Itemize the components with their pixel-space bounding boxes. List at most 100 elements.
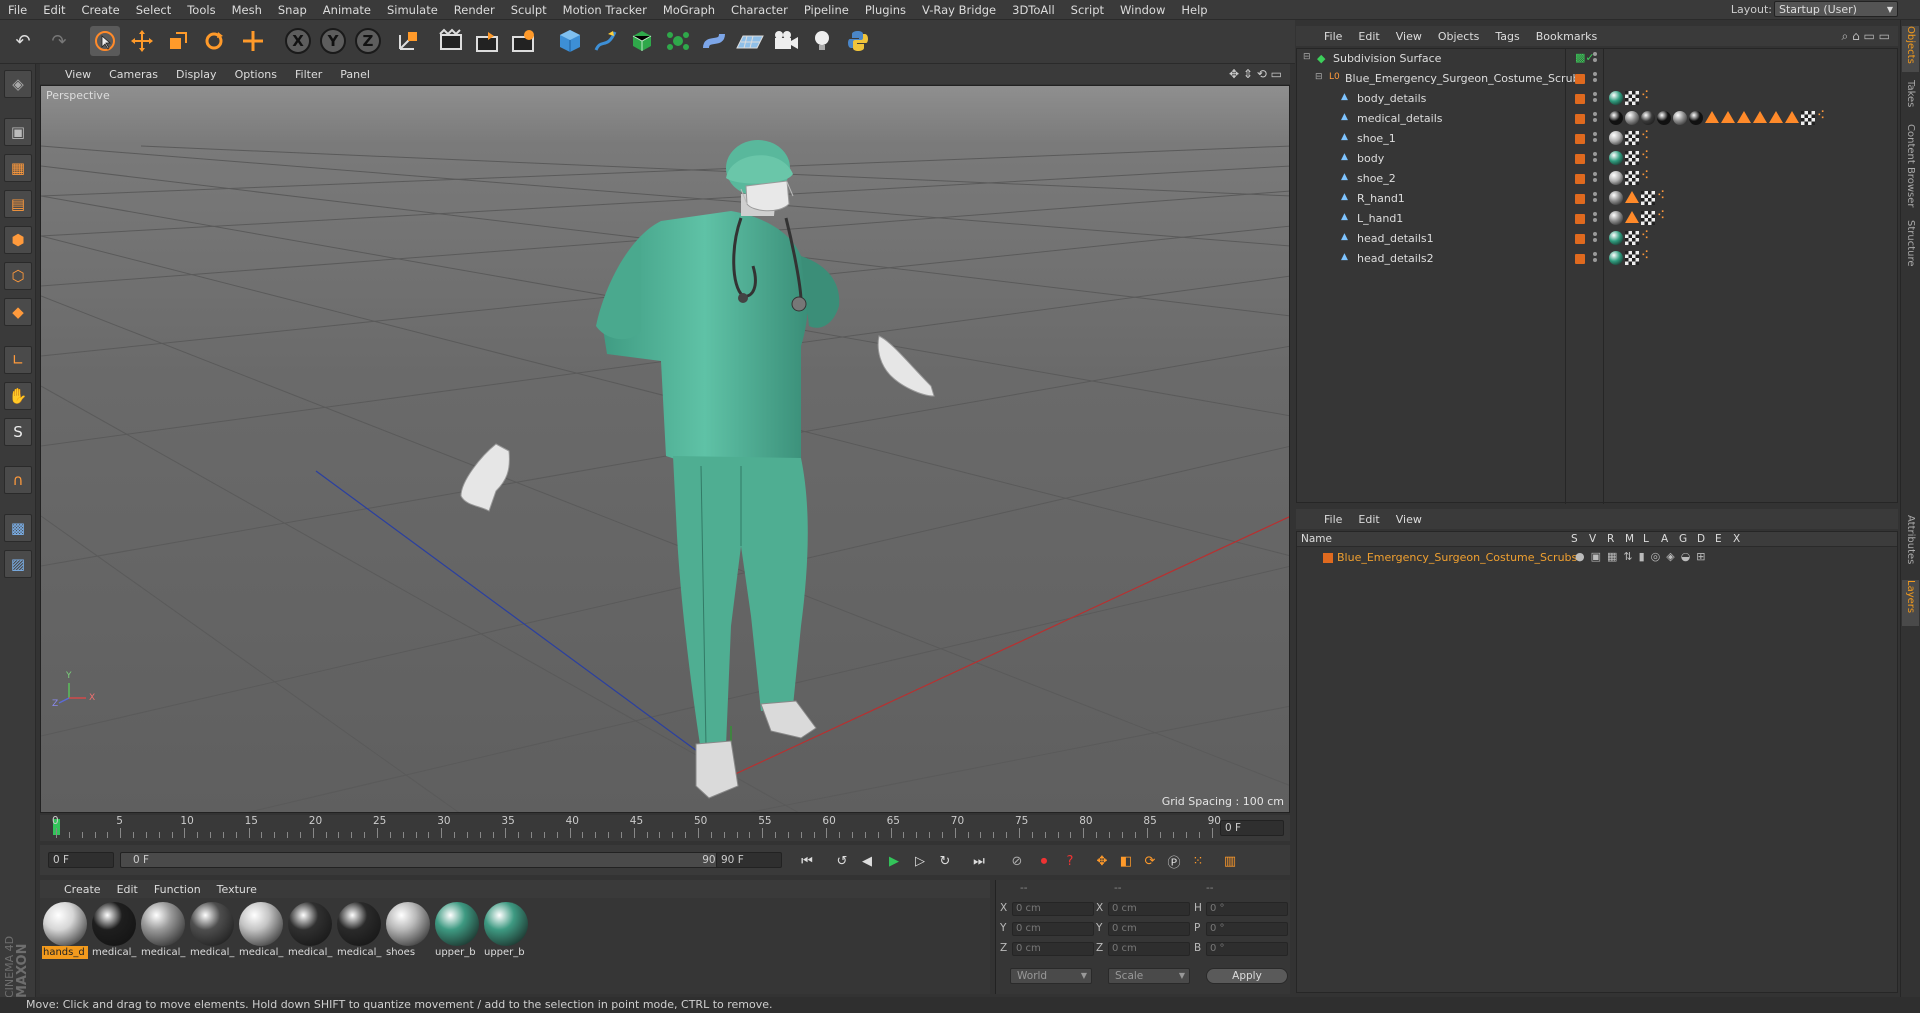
material-tag-icon[interactable] xyxy=(1609,251,1623,265)
key-parameter-icon[interactable]: Ⓟ xyxy=(1162,850,1186,872)
object-name[interactable]: body xyxy=(1357,152,1384,165)
selection-tag-icon[interactable] xyxy=(1721,111,1735,123)
menu-character[interactable]: Character xyxy=(723,3,796,17)
texture-tag-icon[interactable] xyxy=(1625,171,1639,185)
make-editable-icon[interactable]: ◈ xyxy=(4,70,32,98)
menu-motion-tracker[interactable]: Motion Tracker xyxy=(555,3,655,17)
objects-menu-tags[interactable]: Tags xyxy=(1487,30,1527,43)
uvw-tag-icon[interactable]: ⠪ xyxy=(1641,150,1653,163)
menu-edit[interactable]: Edit xyxy=(35,3,73,17)
material-swatch[interactable]: medical_ xyxy=(91,902,137,960)
snap-icon[interactable]: ∩ xyxy=(4,466,32,494)
pen-spline-icon[interactable] xyxy=(591,26,621,56)
viewport-menu-filter[interactable]: Filter xyxy=(286,68,331,81)
material-tag-icon[interactable] xyxy=(1609,211,1623,225)
material-menu-edit[interactable]: Edit xyxy=(109,883,146,896)
object-row[interactable]: ▲ body ⠪ xyxy=(1297,149,1897,169)
object-row[interactable]: ▲ shoe_2 ⠪ xyxy=(1297,169,1897,189)
uvw-tag-icon[interactable]: ⠪ xyxy=(1657,210,1669,223)
layers-menu-file[interactable]: File xyxy=(1316,513,1350,526)
layer-col-locked[interactable]: L xyxy=(1643,533,1649,545)
render-view-icon[interactable] xyxy=(436,26,466,56)
visibility-dots[interactable] xyxy=(1593,192,1597,206)
timeline-ruler[interactable]: 0 5 10 15 20 25 30 35 40 45 50 55 60 65 70 75 80 85 90 0 F xyxy=(40,815,1290,841)
edit-render-settings-icon[interactable] xyxy=(508,26,538,56)
object-row[interactable]: ▲ R_hand1 ⠪ xyxy=(1297,189,1897,209)
position-field[interactable]: 0 cm xyxy=(1012,902,1094,916)
material-menu-function[interactable]: Function xyxy=(146,883,209,896)
layer-col-render[interactable]: R xyxy=(1607,533,1614,545)
key-pla-icon[interactable]: ⁙ xyxy=(1186,850,1210,872)
texture-tag-icon[interactable] xyxy=(1625,251,1639,265)
x-axis-lock[interactable]: X xyxy=(285,28,311,54)
layer-color-swatch[interactable] xyxy=(1575,174,1585,184)
python-icon[interactable] xyxy=(843,26,873,56)
tweak-mode-icon[interactable]: ✋ xyxy=(4,382,32,410)
size-field[interactable]: 0 cm xyxy=(1108,942,1190,956)
layer-name[interactable]: Blue_Emergency_Surgeon_Costume_Scrubs xyxy=(1337,551,1577,564)
objects-menu-edit[interactable]: Edit xyxy=(1350,30,1387,43)
rotation-field[interactable]: 0 ° xyxy=(1206,942,1288,956)
viewport-menu-cameras[interactable]: Cameras xyxy=(100,68,167,81)
viewport-menu-panel[interactable]: Panel xyxy=(331,68,379,81)
layer-col-animation[interactable]: A xyxy=(1661,533,1668,545)
tab-structure[interactable]: Structure xyxy=(1902,220,1919,280)
visibility-dots[interactable] xyxy=(1593,252,1597,266)
menu-select[interactable]: Select xyxy=(128,3,179,17)
menu-mesh[interactable]: Mesh xyxy=(224,3,270,17)
position-field[interactable]: 0 cm xyxy=(1012,942,1094,956)
material-menu-texture[interactable]: Texture xyxy=(209,883,265,896)
objects-menu-objects[interactable]: Objects xyxy=(1430,30,1488,43)
layer-col-xref[interactable]: X xyxy=(1733,533,1740,545)
coordinate-mode-dropdown[interactable]: World ▼ xyxy=(1010,968,1092,984)
object-row[interactable]: ▲ shoe_1 ⠪ xyxy=(1297,129,1897,149)
texture-mode-icon[interactable]: ▦ xyxy=(4,154,32,182)
key-position-icon[interactable]: ✥ xyxy=(1090,850,1114,872)
light-icon[interactable] xyxy=(807,26,837,56)
redo-icon[interactable]: ↷ xyxy=(44,26,74,56)
floor-icon[interactable] xyxy=(735,26,765,56)
layer-color-swatch[interactable] xyxy=(1575,74,1585,84)
menu-animate[interactable]: Animate xyxy=(315,3,379,17)
menu-plugins[interactable]: Plugins xyxy=(857,3,914,17)
enabled-checkmark-icon[interactable]: ▩✓ xyxy=(1575,51,1595,64)
tab-objects[interactable]: Objects xyxy=(1902,26,1919,72)
rotate-icon[interactable] xyxy=(199,26,229,56)
object-name[interactable]: head_details1 xyxy=(1357,232,1434,245)
material-swatch[interactable]: shoes xyxy=(385,902,431,960)
points-mode-icon[interactable]: ⬢ xyxy=(4,226,32,254)
uvw-tag-icon[interactable]: ⠪ xyxy=(1641,90,1653,103)
axis-mode-icon[interactable]: ∟ xyxy=(4,346,32,374)
key-rotation-icon[interactable]: ⟳ xyxy=(1138,850,1162,872)
rotation-field[interactable]: 0 ° xyxy=(1206,922,1288,936)
layer-color-swatch[interactable] xyxy=(1575,154,1585,164)
menu-vray-bridge[interactable]: V-Ray Bridge xyxy=(914,3,1004,17)
visibility-dots[interactable] xyxy=(1593,92,1597,106)
texture-tag-icon[interactable] xyxy=(1625,231,1639,245)
workplane-mode-icon[interactable]: ▤ xyxy=(4,190,32,218)
material-tag-icon[interactable] xyxy=(1625,111,1639,125)
rotation-field[interactable]: 0 ° xyxy=(1206,902,1288,916)
texture-tag-icon[interactable] xyxy=(1801,111,1815,125)
uvw-tag-icon[interactable]: ⠪ xyxy=(1641,170,1653,183)
layer-color-swatch[interactable] xyxy=(1575,114,1585,124)
object-name[interactable]: head_details2 xyxy=(1357,252,1434,265)
subdivision-surface-icon[interactable] xyxy=(627,26,657,56)
deformer-icon[interactable] xyxy=(699,26,729,56)
go-to-end-icon[interactable]: ⏭ xyxy=(967,850,991,872)
scale-icon[interactable] xyxy=(163,26,193,56)
play-icon[interactable]: ▶ xyxy=(882,850,906,872)
selection-tag-icon[interactable] xyxy=(1753,111,1767,123)
viewport-menu-view[interactable]: View xyxy=(56,68,100,81)
edges-mode-icon[interactable]: ⬡ xyxy=(4,262,32,290)
size-mode-dropdown[interactable]: Scale ▼ xyxy=(1108,968,1190,984)
selection-tag-icon[interactable] xyxy=(1785,111,1799,123)
object-name[interactable]: L_hand1 xyxy=(1357,212,1403,225)
object-name[interactable]: Subdivision Surface xyxy=(1333,52,1441,65)
menu-3dtoall[interactable]: 3DToAll xyxy=(1004,3,1063,17)
layer-row[interactable]: Blue_Emergency_Surgeon_Costume_Scrubs ●▣… xyxy=(1297,549,1897,567)
layer-col-generators[interactable]: G xyxy=(1679,533,1687,545)
material-tag-icon[interactable] xyxy=(1609,231,1623,245)
go-to-start-icon[interactable]: ⏮ xyxy=(795,850,819,872)
menu-snap[interactable]: Snap xyxy=(270,3,315,17)
